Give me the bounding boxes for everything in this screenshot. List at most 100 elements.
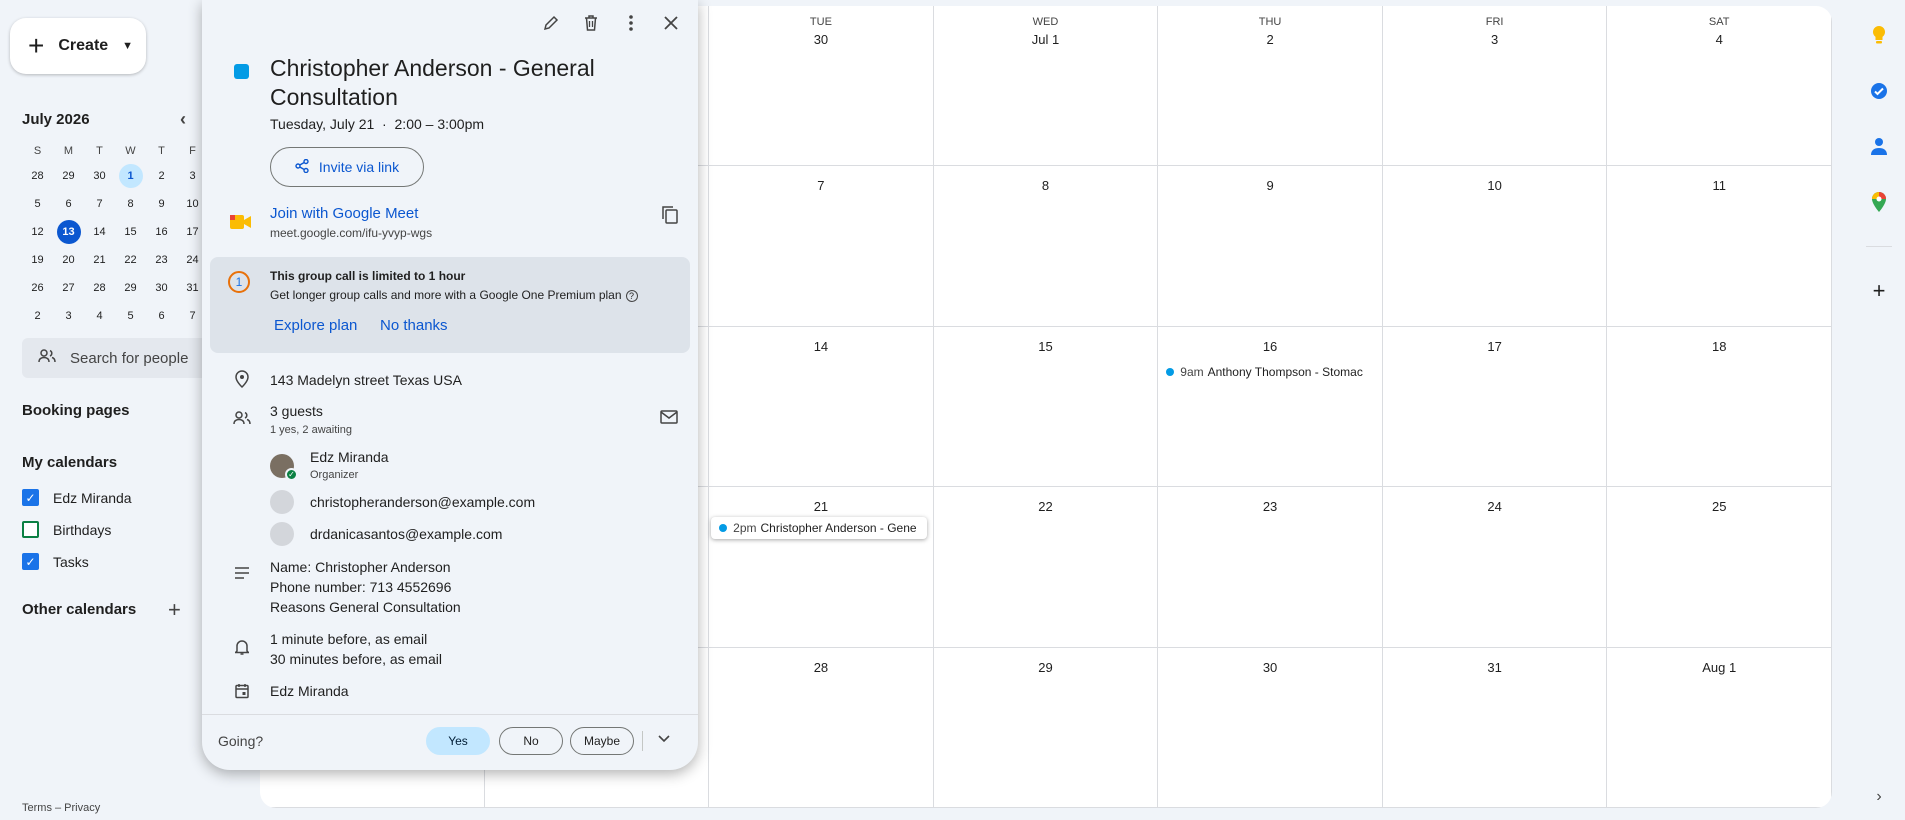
day-cell[interactable]: 18 — [1607, 326, 1832, 488]
close-icon[interactable] — [660, 12, 682, 34]
day-number[interactable]: 16 — [1158, 339, 1382, 354]
more-options-icon[interactable] — [620, 12, 642, 34]
mini-cal-day[interactable]: 12 — [22, 218, 53, 246]
day-cell[interactable]: WED Jul 1 — [933, 6, 1159, 167]
email-guests-icon[interactable] — [660, 410, 678, 429]
day-cell[interactable]: 10 — [1382, 166, 1608, 327]
checkbox-unchecked-icon[interactable] — [22, 521, 39, 538]
day-cell[interactable]: 17 — [1382, 326, 1608, 488]
invite-via-link-button[interactable]: Invite via link — [270, 147, 424, 187]
calendar-item-birthdays[interactable]: Birthdays — [22, 521, 111, 538]
explore-plan-button[interactable]: Explore plan — [274, 317, 357, 334]
day-number[interactable]: 14 — [709, 339, 933, 354]
rsvp-yes-button[interactable]: Yes — [426, 727, 490, 755]
mini-cal-day[interactable]: 7 — [84, 190, 115, 218]
mini-cal-day[interactable]: 14 — [84, 218, 115, 246]
contacts-icon[interactable] — [1868, 135, 1890, 157]
day-cell[interactable]: 25 — [1607, 487, 1832, 648]
day-cell[interactable]: 15 — [933, 326, 1159, 488]
mini-cal-day[interactable]: 21 — [84, 246, 115, 274]
day-cell[interactable]: THU 2 — [1158, 6, 1383, 167]
checkbox-checked-icon[interactable]: ✓ — [22, 489, 39, 506]
day-number[interactable]: 21 — [709, 499, 933, 514]
create-button[interactable]: + Create ▼ — [10, 18, 146, 74]
mini-cal-day[interactable]: 13 — [56, 220, 81, 244]
day-cell[interactable]: 22 — [933, 487, 1159, 648]
mini-cal-day[interactable]: 1 — [118, 164, 143, 188]
day-number[interactable]: 15 — [934, 339, 1158, 354]
mini-cal-day[interactable]: 27 — [53, 274, 84, 302]
mini-cal-day[interactable]: 23 — [146, 246, 177, 274]
day-cell[interactable]: 24 — [1382, 487, 1608, 648]
mini-cal-day[interactable]: 6 — [53, 190, 84, 218]
day-number[interactable]: 9 — [1158, 178, 1382, 193]
prev-month-icon[interactable]: ‹ — [180, 109, 186, 130]
mini-cal-day[interactable]: 29 — [115, 274, 146, 302]
mini-cal-day[interactable]: 5 — [115, 302, 146, 330]
day-number[interactable]: 28 — [709, 660, 933, 675]
day-number[interactable]: 25 — [1607, 499, 1831, 514]
mini-cal-day[interactable]: 19 — [22, 246, 53, 274]
mini-cal-day[interactable]: 4 — [84, 302, 115, 330]
day-number[interactable]: 4 — [1607, 32, 1831, 47]
mini-cal-day[interactable]: 16 — [146, 218, 177, 246]
day-cell[interactable]: 7 — [709, 166, 934, 327]
mini-cal-day[interactable]: 8 — [115, 190, 146, 218]
booking-pages-link[interactable]: Booking pages — [22, 402, 130, 419]
rsvp-no-button[interactable]: No — [499, 727, 563, 755]
checkbox-checked-icon[interactable]: ✓ — [22, 553, 39, 570]
day-number[interactable]: Aug 1 — [1607, 660, 1831, 675]
day-number[interactable]: 10 — [1383, 178, 1607, 193]
day-cell[interactable]: 8 — [933, 166, 1159, 327]
footer-links[interactable]: Terms – Privacy — [22, 802, 100, 814]
add-calendar-icon[interactable]: + — [168, 597, 181, 623]
day-cell[interactable]: 28 — [709, 647, 934, 808]
delete-icon[interactable] — [580, 12, 602, 34]
mini-cal-day[interactable]: 2 — [146, 162, 177, 190]
mini-cal-day[interactable]: 6 — [146, 302, 177, 330]
day-cell[interactable]: 23 — [1158, 487, 1383, 648]
day-cell[interactable]: 14 — [709, 326, 934, 488]
mini-cal-day[interactable]: 28 — [84, 274, 115, 302]
mini-cal-day[interactable]: 20 — [53, 246, 84, 274]
mini-cal-day[interactable]: 30 — [146, 274, 177, 302]
day-cell[interactable]: TUE 30 — [709, 6, 934, 167]
event-chip[interactable]: 2pm Christopher Anderson - Gene — [711, 517, 927, 540]
day-number[interactable]: 30 — [709, 32, 933, 47]
mini-cal-day[interactable]: 30 — [84, 162, 115, 190]
mini-cal-day[interactable]: 15 — [115, 218, 146, 246]
day-cell[interactable]: 11 — [1607, 166, 1832, 327]
keep-icon[interactable] — [1868, 24, 1890, 46]
day-cell[interactable]: 9 — [1158, 166, 1383, 327]
day-number[interactable]: 17 — [1383, 339, 1607, 354]
calendar-item-tasks[interactable]: ✓ Tasks — [22, 553, 89, 570]
day-cell[interactable]: 21 2pm Christopher Anderson - Gene — [709, 487, 934, 648]
day-number[interactable]: 18 — [1607, 339, 1831, 354]
other-calendars-heading[interactable]: Other calendars — [22, 601, 136, 618]
mini-cal-day[interactable]: 5 — [22, 190, 53, 218]
search-people-input[interactable]: Search for people — [22, 338, 212, 378]
day-cell[interactable]: SAT 4 — [1607, 6, 1832, 167]
mini-cal-day[interactable]: 22 — [115, 246, 146, 274]
chevron-down-icon[interactable] — [658, 731, 670, 746]
calendar-item-edz[interactable]: ✓ Edz Miranda — [22, 489, 132, 506]
edit-icon[interactable] — [540, 12, 562, 34]
event-chip[interactable]: 9am Anthony Thompson - Stomac — [1166, 365, 1378, 379]
tasks-icon[interactable] — [1868, 80, 1890, 102]
mini-cal-day[interactable]: 28 — [22, 162, 53, 190]
maps-icon[interactable] — [1868, 191, 1890, 213]
day-number[interactable]: 29 — [934, 660, 1158, 675]
day-cell[interactable]: 29 — [933, 647, 1159, 808]
mini-cal-day[interactable]: 9 — [146, 190, 177, 218]
day-number[interactable]: 7 — [709, 178, 933, 193]
rsvp-maybe-button[interactable]: Maybe — [570, 727, 634, 755]
my-calendars-heading[interactable]: My calendars — [22, 454, 117, 471]
day-number[interactable]: 3 — [1383, 32, 1607, 47]
day-cell[interactable]: 30 — [1158, 647, 1383, 808]
day-number[interactable]: Jul 1 — [934, 32, 1158, 47]
help-icon[interactable]: ? — [625, 290, 638, 302]
day-number[interactable]: 8 — [934, 178, 1158, 193]
add-addon-icon[interactable]: + — [1868, 278, 1890, 303]
mini-cal-day[interactable]: 29 — [53, 162, 84, 190]
mini-cal-day[interactable]: 2 — [22, 302, 53, 330]
